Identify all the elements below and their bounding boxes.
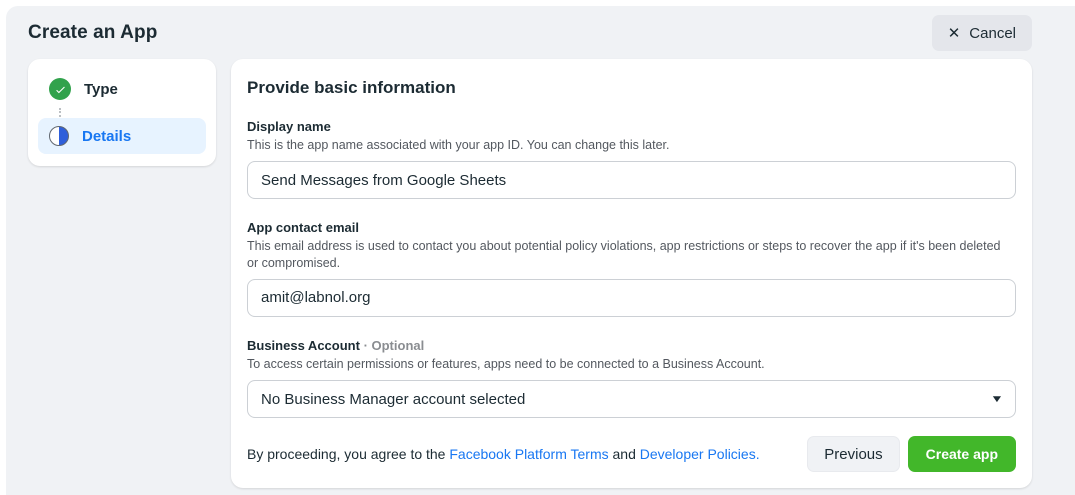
step-type[interactable]: Type	[38, 71, 206, 107]
agreement-text: By proceeding, you agree to the Facebook…	[247, 446, 760, 462]
contact-email-input[interactable]	[247, 278, 1016, 317]
display-name-description: This is the app name associated with you…	[247, 138, 670, 152]
basic-information-panel: Provide basic information Display name T…	[231, 59, 1032, 488]
content-area: Type Details Provide basic information D…	[6, 59, 1075, 488]
cancel-button-label: Cancel	[969, 24, 1016, 42]
optional-tag: · Optional	[364, 338, 425, 353]
contact-email-label: App contact email	[247, 220, 359, 236]
agreement-middle: and	[608, 446, 640, 462]
contact-email-field-group: App contact email This email address is …	[247, 220, 1016, 317]
optional-tag-text: · Optional	[363, 337, 425, 353]
business-account-field-group: Business Account · Optional To access ce…	[247, 338, 1016, 418]
step-details[interactable]: Details	[38, 118, 206, 154]
step-details-label: Details	[82, 127, 132, 145]
create-app-button[interactable]: Create app	[907, 436, 1016, 472]
business-account-label-text: Business Account	[247, 337, 360, 353]
platform-terms-link[interactable]: Facebook Platform Terms	[449, 446, 608, 462]
developer-policies-link[interactable]: Developer Policies.	[640, 446, 760, 462]
check-circle-icon	[49, 78, 71, 100]
step-type-label: Type	[84, 80, 118, 98]
panel-footer: By proceeding, you agree to the Facebook…	[247, 436, 1016, 472]
page-title: Create an App	[28, 22, 158, 43]
agreement-prefix: By proceeding, you agree to the	[247, 446, 450, 462]
cancel-button[interactable]: ✕ Cancel	[931, 15, 1032, 51]
display-name-input[interactable]	[247, 161, 1016, 200]
create-app-dialog: Create an App ✕ Cancel Type Details Prov…	[6, 6, 1075, 495]
previous-button[interactable]: Previous	[807, 436, 900, 472]
footer-buttons: Previous Create app	[807, 436, 1016, 472]
display-name-label: Display name	[247, 119, 331, 134]
steps-sidebar: Type Details	[28, 59, 216, 166]
business-account-label: Business Account · Optional	[247, 338, 1016, 353]
business-account-selected-value: No Business Manager account selected	[261, 390, 526, 408]
business-account-select[interactable]: No Business Manager account selected ▼	[247, 380, 1016, 418]
step-connector	[59, 108, 206, 117]
chevron-down-icon: ▼	[990, 393, 1004, 405]
display-name-field-group: Display name This is the app name associ…	[247, 119, 1016, 200]
panel-heading: Provide basic information	[247, 78, 456, 97]
topbar: Create an App ✕ Cancel	[6, 6, 1075, 59]
close-icon: ✕	[947, 24, 961, 42]
business-account-description: To access certain permissions or feature…	[247, 356, 765, 371]
contact-email-description: This email address is used to contact yo…	[247, 239, 1001, 270]
half-circle-progress-icon	[49, 126, 69, 146]
